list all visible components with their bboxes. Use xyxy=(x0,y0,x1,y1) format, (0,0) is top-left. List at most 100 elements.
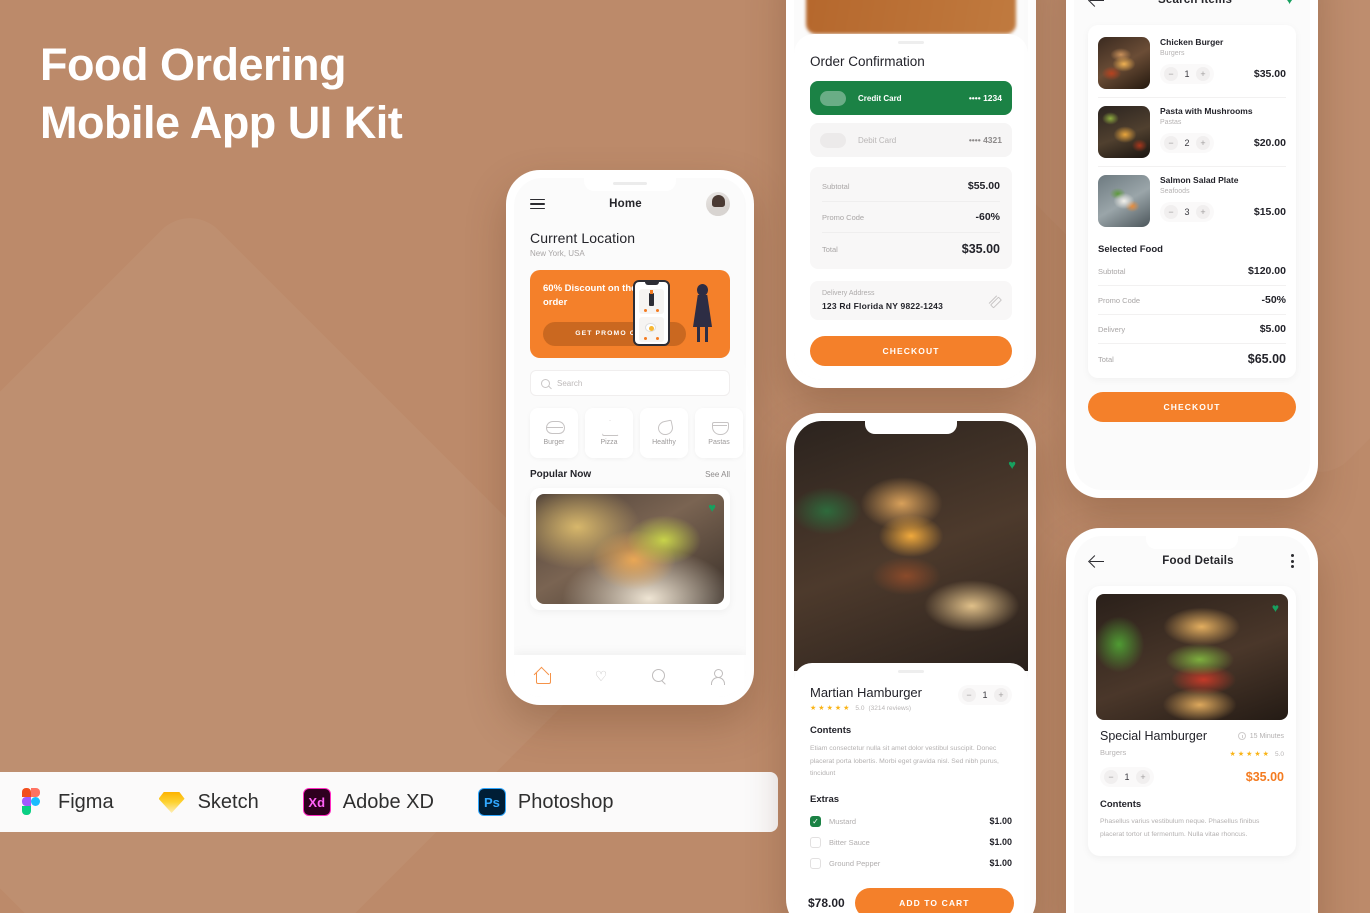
food-details-screen: Food Details ♥ Special Hamburger 15 Minu… xyxy=(1074,536,1310,913)
tab-home-icon[interactable] xyxy=(535,668,551,684)
checkbox-icon[interactable] xyxy=(810,857,821,869)
back-arrow-icon[interactable] xyxy=(1090,555,1105,568)
checkout-button[interactable]: CHECKOUT xyxy=(810,336,1012,366)
increment-button[interactable]: + xyxy=(1196,136,1210,150)
search-input[interactable]: Search xyxy=(530,370,730,396)
contents-body: Etiam consectetur nulla sit amet dolor v… xyxy=(810,745,999,778)
checkbox-icon[interactable] xyxy=(810,836,821,848)
hamburger-icon[interactable] xyxy=(530,198,545,210)
star-icon: ★ xyxy=(834,705,842,712)
quantity-value: 1 xyxy=(1184,69,1190,79)
cart-item[interactable]: Pasta with Mushrooms Pastas − 2 + $20.00 xyxy=(1098,98,1286,167)
item-price: $35.00 xyxy=(1253,68,1286,80)
heart-icon[interactable]: ♥ xyxy=(708,500,716,515)
cart-item[interactable]: Chicken Burger Burgers − 1 + $35.00 xyxy=(1098,29,1286,98)
quantity-stepper[interactable]: − 1 + xyxy=(958,685,1012,705)
promo-banner[interactable]: 60% Discount on the first order GET PROM… xyxy=(530,270,730,358)
quantity-stepper[interactable]: − 1 + xyxy=(1100,767,1154,787)
summary-value-total: $35.00 xyxy=(961,242,1000,256)
decrement-button[interactable]: − xyxy=(1164,205,1178,219)
toggle-switch[interactable] xyxy=(820,90,846,106)
rating-value: 5.0 xyxy=(1274,750,1284,758)
software-item-figma[interactable]: Figma xyxy=(18,788,114,816)
category-pastas[interactable]: Pastas xyxy=(695,408,743,458)
section-title: Popular Now xyxy=(530,469,592,480)
increment-button[interactable]: + xyxy=(994,688,1008,702)
phone-speaker xyxy=(613,182,647,185)
review-count: (3214 reviews) xyxy=(868,704,912,712)
category-list[interactable]: Burger Pizza Healthy Pastas S xyxy=(514,396,746,458)
extra-row[interactable]: Ground Pepper $1.00 xyxy=(810,853,1012,874)
decrement-button[interactable]: − xyxy=(962,688,976,702)
burger-icon xyxy=(545,420,565,434)
home-title: Home xyxy=(609,198,642,210)
quantity-stepper[interactable]: − 3 + xyxy=(1160,202,1214,222)
category-label: Pastas xyxy=(708,439,730,446)
decrement-button[interactable]: − xyxy=(1164,67,1178,81)
heart-icon[interactable]: ♥ xyxy=(1008,457,1016,472)
quantity-stepper[interactable]: − 1 + xyxy=(1160,64,1214,84)
back-arrow-icon[interactable] xyxy=(1090,0,1105,6)
food-detail-sheet: Martian Hamburger ★ ★ ★ ★ ★ 5.0 (3214 re… xyxy=(794,663,1028,913)
extra-row[interactable]: Bitter Sauce $1.00 xyxy=(810,832,1012,853)
food-name: Special Hamburger xyxy=(1100,729,1207,743)
checkbox-checked-icon[interactable]: ✓ xyxy=(810,815,821,827)
prep-time-label: 15 Minutes xyxy=(1249,732,1284,740)
kebab-menu-icon[interactable] xyxy=(1291,554,1294,568)
figma-icon xyxy=(18,788,46,816)
extra-price: $1.00 xyxy=(989,858,1012,869)
increment-button[interactable]: + xyxy=(1196,67,1210,81)
tab-favorites-icon[interactable]: ♡ xyxy=(593,668,609,684)
software-item-adobe-xd[interactable]: Xd Adobe XD xyxy=(302,788,434,816)
increment-button[interactable]: + xyxy=(1136,770,1150,784)
add-to-cart-button[interactable]: ADD TO CART xyxy=(854,888,1014,913)
tab-profile-icon[interactable] xyxy=(709,668,725,685)
see-all-link[interactable]: See All xyxy=(705,470,730,479)
promo-illustration-phone xyxy=(633,280,670,346)
summary-label: Promo Code xyxy=(1098,295,1141,305)
category-pizza[interactable]: Pizza xyxy=(585,408,633,458)
increment-button[interactable]: + xyxy=(1196,205,1210,219)
tab-search-icon[interactable] xyxy=(651,668,667,684)
order-confirmation-sheet: Order Confirmation Credit Card •••• 1234… xyxy=(794,34,1028,380)
category-label: Healthy xyxy=(652,439,676,446)
toggle-switch[interactable] xyxy=(820,132,846,148)
checkout-button[interactable]: CHECKOUT xyxy=(1088,392,1296,422)
food-category: Burgers xyxy=(1100,747,1127,757)
delivery-address-block[interactable]: Delivery Address 123 Rd Florida NY 9822-… xyxy=(810,281,1012,320)
software-label: Photoshop xyxy=(517,790,614,813)
pencil-icon[interactable] xyxy=(989,295,1000,306)
software-compatibility-bar: Figma Sketch Xd Adobe XD Ps Photoshop xyxy=(0,772,778,832)
heart-icon[interactable]: ♥ xyxy=(1272,601,1279,615)
food-photo: ♥ xyxy=(1096,594,1288,720)
food-price-row: − 1 + $35.00 xyxy=(1096,758,1288,787)
extras-title: Extras xyxy=(810,793,840,805)
extra-row[interactable]: ✓ Mustard $1.00 xyxy=(810,811,1012,832)
star-icon: ★ xyxy=(810,705,817,712)
software-item-sketch[interactable]: Sketch xyxy=(158,788,259,816)
decrement-button[interactable]: − xyxy=(1104,770,1118,784)
star-icon: ★ xyxy=(818,705,825,712)
heart-icon[interactable]: ♥ xyxy=(1285,0,1294,7)
quantity-value: 3 xyxy=(1184,207,1190,217)
bottom-tab-bar: ♡ xyxy=(514,655,746,697)
cart-item[interactable]: Salmon Salad Plate Seafoods − 3 + $15.00 xyxy=(1098,167,1286,235)
category-healthy[interactable]: Healthy xyxy=(640,408,688,458)
category-burger[interactable]: Burger xyxy=(530,408,578,458)
item-category: Pastas xyxy=(1160,119,1182,126)
payment-method-debit-card[interactable]: Debit Card •••• 4321 xyxy=(810,123,1012,157)
phone-mockup-search-items: Search Items ♥ Chicken Burger Burgers − … xyxy=(1066,0,1318,498)
item-name: Salmon Salad Plate xyxy=(1160,175,1239,185)
quantity-stepper[interactable]: − 2 + xyxy=(1160,133,1214,153)
decrement-button[interactable]: − xyxy=(1164,136,1178,150)
payment-method-credit-card[interactable]: Credit Card •••• 1234 xyxy=(810,81,1012,115)
quantity-value: 1 xyxy=(982,690,988,700)
star-icon: ★ xyxy=(843,705,850,712)
location-label: Current Location xyxy=(530,230,636,246)
popular-food-card[interactable]: ♥ xyxy=(530,488,730,610)
user-avatar[interactable] xyxy=(705,192,730,216)
summary-label: Delivery xyxy=(1098,324,1126,334)
quantity-value: 2 xyxy=(1184,138,1190,148)
software-item-photoshop[interactable]: Ps Photoshop xyxy=(477,788,614,816)
location-value: New York, USA xyxy=(530,249,585,258)
